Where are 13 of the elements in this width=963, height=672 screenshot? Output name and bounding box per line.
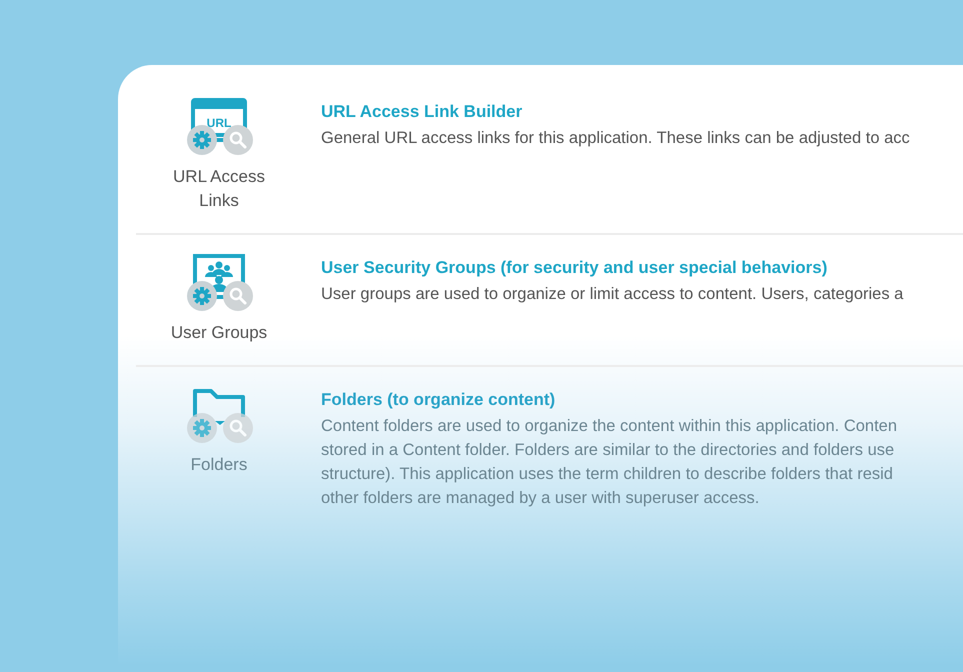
item-title[interactable]: URL Access Link Builder: [321, 101, 910, 123]
settings-icon: [187, 281, 217, 311]
search-icon: [223, 281, 253, 311]
item-description: Content folders are used to organize the content within this application. Conten stored in a Content folder. Folders are similar to the directories and folders use structure). This application uses the term children to describe folders that resid other folders are managed by a user with superuser access.: [321, 416, 898, 509]
item-description: User groups are used to organize or limit access to content. Users, categories a: [321, 284, 904, 305]
item-label[interactable]: User Groups: [164, 321, 274, 345]
item-label[interactable]: Folders: [164, 453, 274, 477]
item-title[interactable]: User Security Groups (for security and user special behaviors): [321, 257, 904, 279]
search-icon: [223, 413, 253, 443]
item-description: General URL access links for this application. These links can be adjusted to acc: [321, 128, 910, 149]
settings-icon: [187, 413, 217, 443]
item-title[interactable]: Folders (to organize content): [321, 389, 898, 411]
item-label[interactable]: URL Access Links: [164, 165, 274, 213]
